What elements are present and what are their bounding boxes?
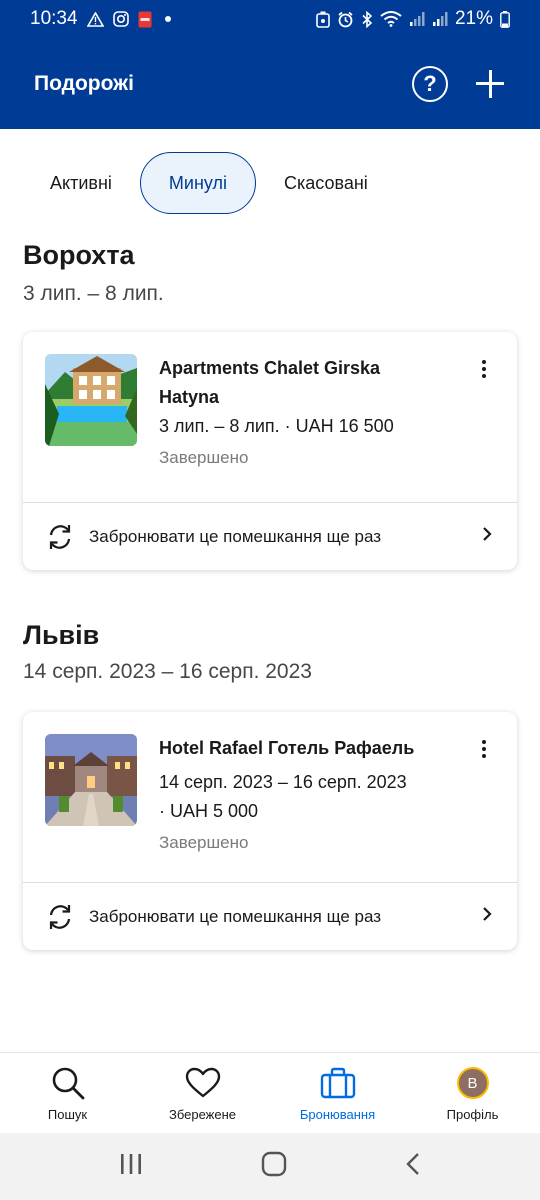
home-icon[interactable] [261, 1151, 287, 1182]
signal-icon-2 [432, 11, 448, 27]
battery-percent: 21% [454, 8, 493, 29]
nav-saved[interactable]: Збережене [135, 1053, 270, 1133]
chevron-right-icon [481, 905, 493, 928]
trip-city-title: Львів [23, 620, 100, 650]
add-trip-button[interactable] [476, 69, 504, 98]
rebook-button[interactable]: Забронювати це помешкання ще раз [23, 503, 517, 570]
property-name-cont: Hatyna [159, 387, 220, 407]
avatar: В [456, 1067, 489, 1099]
more-options-icon[interactable] [479, 740, 489, 758]
tab-active[interactable]: Активні [22, 152, 140, 214]
signal-icon [409, 11, 425, 27]
battery-icon [500, 10, 510, 28]
booking-price: · UAH 5 000 [159, 801, 259, 821]
nav-profile[interactable]: В Профіль [405, 1053, 540, 1133]
briefcase-icon [320, 1065, 356, 1101]
page-title: Подорожі [34, 71, 134, 95]
property-photo [45, 734, 137, 826]
rebook-label: Забронювати це помешкання ще раз [89, 906, 382, 926]
property-name: Apartments Chalet Girska [159, 358, 381, 378]
tab-cancelled[interactable]: Скасовані [256, 152, 396, 214]
trip-dates: 3 лип. – 8 лип. [23, 282, 164, 305]
pdf-icon [138, 11, 152, 28]
status-right: 21% [316, 8, 510, 30]
question-circle-icon: ? [423, 70, 437, 96]
rebook-label: Забронювати це помешкання ще раз [89, 526, 382, 546]
bluetooth-icon [361, 10, 373, 28]
nav-bookings-label: Бронювання [299, 1107, 376, 1122]
refresh-icon [45, 522, 75, 552]
app-header: Подорожі ? [0, 38, 540, 129]
bottom-navigation: Пошук Збережене Бронювання В Профіль [0, 1052, 540, 1133]
alarm-icon [337, 11, 354, 28]
search-icon [50, 1065, 86, 1101]
property-name: Hotel Rafael Готель Рафаель [159, 738, 415, 758]
system-navigation-bar [0, 1133, 540, 1200]
nav-saved-label: Збережене [168, 1107, 237, 1122]
tab-past[interactable]: Минулі [139, 152, 256, 214]
trip-tabs: Активні Минулі Скасовані [22, 152, 396, 214]
booking-summary[interactable]: Apartments Chalet Girska Hatyna 3 лип. –… [23, 332, 517, 502]
booking-status: Завершено [159, 833, 249, 852]
booking-info: Hotel Rafael Готель Рафаель 14 серп. 202… [159, 734, 459, 853]
nav-bookings[interactable]: Бронювання [270, 1053, 405, 1133]
booking-info: Apartments Chalet Girska Hatyna 3 лип. –… [159, 354, 459, 468]
warning-icon [86, 11, 104, 27]
status-time: 10:34 [30, 8, 78, 29]
nav-search-label: Пошук [47, 1107, 88, 1122]
booking-dates: 14 серп. 2023 – 16 серп. 2023 [159, 772, 407, 792]
booking-card[interactable]: Apartments Chalet Girska Hatyna 3 лип. –… [23, 332, 517, 570]
wifi-icon [380, 11, 402, 27]
recent-apps-icon[interactable] [119, 1153, 143, 1180]
trip-dates: 14 серп. 2023 – 16 серп. 2023 [23, 660, 312, 683]
rebook-button[interactable]: Забронювати це помешкання ще раз [23, 883, 517, 950]
help-button[interactable]: ? [412, 65, 448, 102]
booking-card[interactable]: Hotel Rafael Готель Рафаель 14 серп. 202… [23, 712, 517, 950]
heart-icon [185, 1065, 221, 1101]
booking-dates-price: 3 лип. – 8 лип. · UAH 16 500 [159, 416, 394, 436]
more-options-icon[interactable] [479, 360, 489, 378]
nav-profile-label: Профіль [446, 1107, 499, 1122]
trip-city-title: Ворохта [23, 240, 135, 270]
chevron-right-icon [481, 525, 493, 548]
back-icon[interactable] [405, 1152, 421, 1181]
nav-search[interactable]: Пошук [0, 1053, 135, 1133]
property-photo [45, 354, 137, 446]
refresh-icon [45, 902, 75, 932]
status-left: 10:34 [30, 8, 171, 30]
booking-summary[interactable]: Hotel Rafael Готель Рафаель 14 серп. 202… [23, 712, 517, 882]
instagram-icon [112, 11, 129, 27]
booking-status: Завершено [159, 448, 249, 467]
screenshot-icon [316, 11, 330, 28]
avatar-wrap: В [456, 1065, 489, 1101]
notification-dot-icon [164, 16, 171, 22]
header-actions: ? [412, 65, 506, 102]
status-bar: 10:34 21% [0, 0, 540, 38]
